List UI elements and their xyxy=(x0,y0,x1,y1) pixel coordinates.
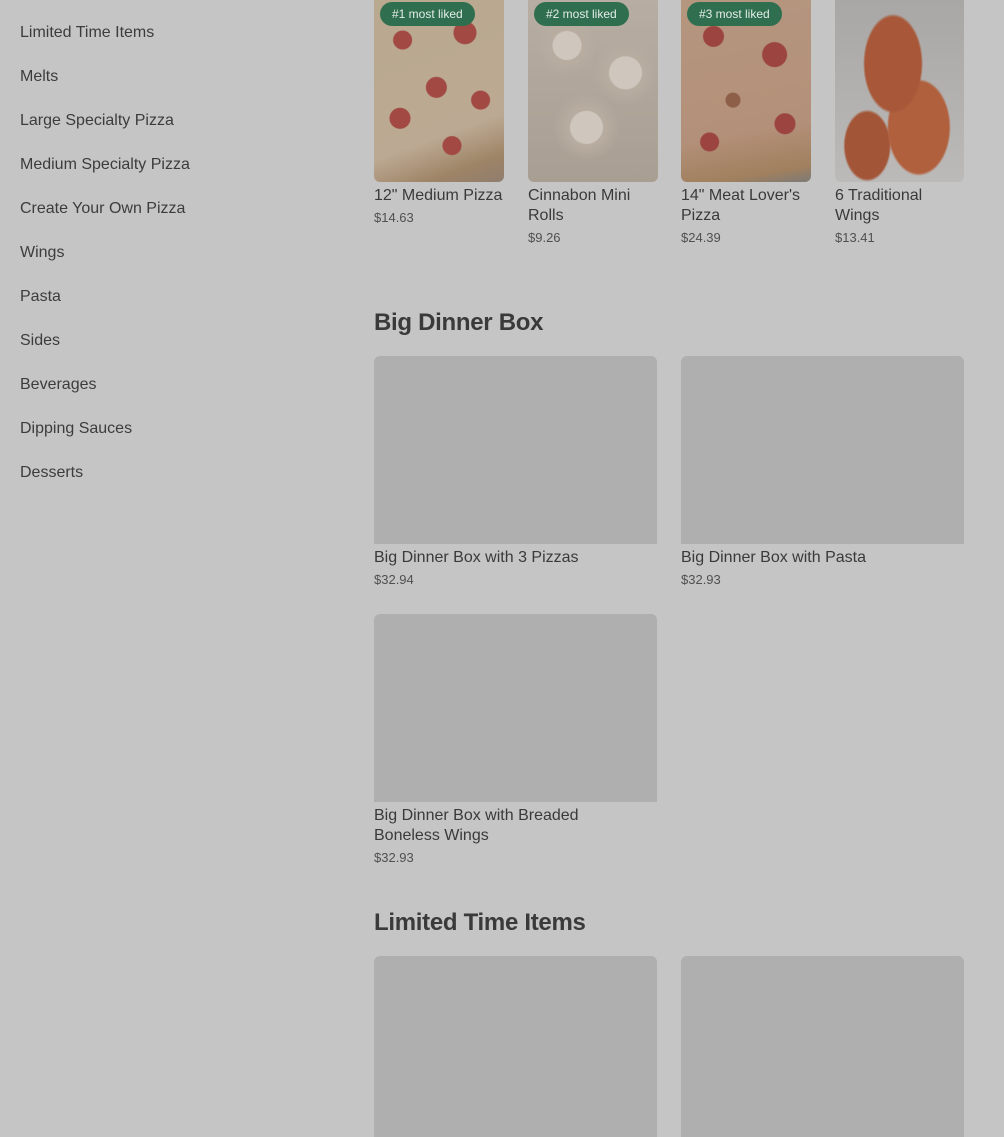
sidebar-item-melts[interactable]: Melts xyxy=(0,66,330,110)
most-liked-badge: #2 most liked xyxy=(534,2,629,26)
item-name: 14" Meat Lover's Pizza xyxy=(681,187,801,224)
cinnamon-rolls-image: #2 most liked xyxy=(528,0,658,182)
menu-item-card[interactable] xyxy=(681,956,964,1137)
sidebar-item-medium-specialty-pizza[interactable]: Medium Specialty Pizza xyxy=(0,154,330,198)
wings-image xyxy=(835,0,964,182)
item-name: Big Dinner Box with Breaded Boneless Win… xyxy=(374,807,579,844)
sidebar-item-large-specialty-pizza[interactable]: Large Specialty Pizza xyxy=(0,110,330,154)
item-image-placeholder xyxy=(374,956,657,1137)
item-name: 6 Traditional Wings xyxy=(835,187,923,224)
menu-item-card[interactable]: Big Dinner Box with Breaded Boneless Win… xyxy=(374,614,657,867)
section-title: Big Dinner Box xyxy=(374,309,544,336)
item-name: Big Dinner Box with Pasta xyxy=(681,549,866,566)
most-liked-badge: #3 most liked xyxy=(687,2,782,26)
meat-pizza-image: #3 most liked xyxy=(681,0,811,182)
item-price: $14.63 xyxy=(374,210,414,225)
section-title: Limited Time Items xyxy=(374,909,586,936)
sidebar-item-beverages[interactable]: Beverages xyxy=(0,374,330,418)
item-name: 12" Medium Pizza xyxy=(374,187,503,204)
menu-item-card[interactable]: Big Dinner Box with 3 Pizzas $32.94 xyxy=(374,356,657,589)
item-price: $24.39 xyxy=(681,230,721,245)
sidebar-item-limited-time-items[interactable]: Limited Time Items xyxy=(0,22,330,66)
menu-item-card[interactable]: 6 Traditional Wings $13.41 xyxy=(835,0,964,247)
item-price: $9.26 xyxy=(528,230,561,245)
sidebar-item-wings[interactable]: Wings xyxy=(0,242,330,286)
menu-item-card[interactable]: Big Dinner Box with Pasta $32.93 xyxy=(681,356,964,589)
sidebar-item-pasta[interactable]: Pasta xyxy=(0,286,330,330)
item-name: Big Dinner Box with 3 Pizzas xyxy=(374,549,579,566)
item-name: Cinnabon Mini Rolls xyxy=(528,187,631,224)
most-liked-badge: #1 most liked xyxy=(380,2,475,26)
sidebar-item-desserts[interactable]: Desserts xyxy=(0,462,330,506)
item-image-placeholder xyxy=(681,956,964,1137)
pepperoni-pizza-image: #1 most liked xyxy=(374,0,504,182)
menu-item-card[interactable]: #2 most liked Cinnabon Mini Rolls $9.26 xyxy=(528,0,658,247)
menu-item-card[interactable] xyxy=(374,956,657,1137)
sidebar-item-dipping-sauces[interactable]: Dipping Sauces xyxy=(0,418,330,462)
item-price: $32.94 xyxy=(374,572,414,587)
item-image-placeholder xyxy=(374,356,657,544)
sidebar-item-create-your-own-pizza[interactable]: Create Your Own Pizza xyxy=(0,198,330,242)
menu-item-card[interactable]: #3 most liked 14" Meat Lover's Pizza $24… xyxy=(681,0,811,247)
item-image-placeholder xyxy=(374,614,657,802)
item-price: $32.93 xyxy=(374,850,414,865)
category-sidebar: Limited Time Items Melts Large Specialty… xyxy=(0,0,330,506)
item-price: $13.41 xyxy=(835,230,875,245)
item-price: $32.93 xyxy=(681,572,721,587)
menu-item-card[interactable]: #1 most liked 12" Medium Pizza $14.63 xyxy=(374,0,504,227)
item-image-placeholder xyxy=(681,356,964,544)
sidebar-item-sides[interactable]: Sides xyxy=(0,330,330,374)
most-liked-row: #1 most liked 12" Medium Pizza $14.63 #2… xyxy=(374,0,964,260)
